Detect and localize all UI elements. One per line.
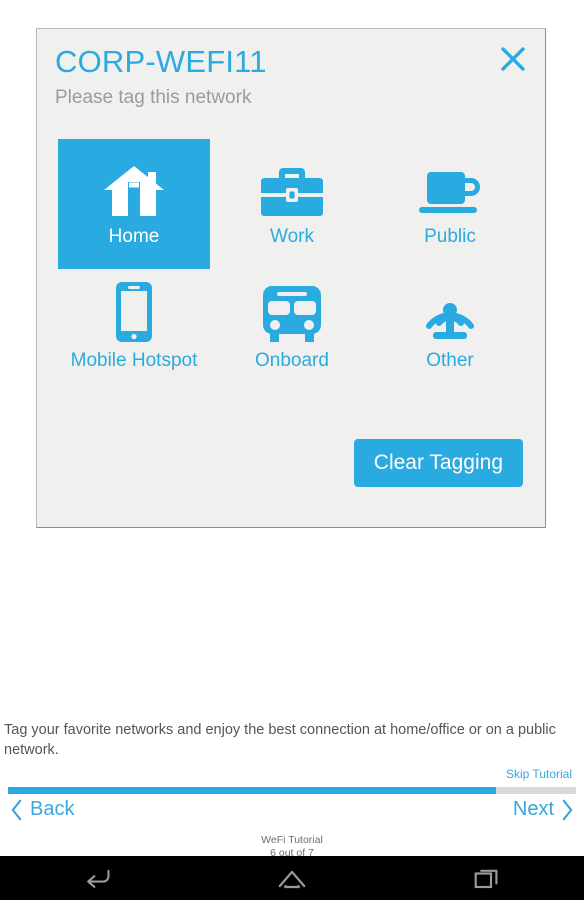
broadcast-tower-icon [417, 282, 483, 344]
home-nav-icon[interactable] [195, 856, 390, 900]
skip-tutorial-link[interactable]: Skip Tutorial [506, 767, 572, 781]
tutorial-description-text: Tag your favorite networks and enjoy the… [4, 722, 556, 758]
tag-label: Home [108, 226, 160, 247]
tag-label: Other [426, 350, 474, 371]
tag-option-work[interactable]: Work [213, 139, 371, 269]
dialog-header: CORP-WEFI11 Please tag this network [37, 29, 545, 113]
close-x-icon[interactable] [495, 41, 531, 77]
chevron-left-icon [11, 799, 22, 820]
back-button[interactable]: Back [10, 798, 74, 821]
briefcase-icon [259, 158, 325, 220]
tag-label: Onboard [255, 350, 329, 371]
tag-option-public[interactable]: Public [371, 139, 529, 269]
clear-tagging-button[interactable]: Clear Tagging [353, 439, 523, 487]
tag-network-dialog: CORP-WEFI11 Please tag this network Home… [36, 28, 546, 528]
coffee-cup-icon [415, 158, 485, 220]
app-screen: CORP-WEFI11 Please tag this network Home… [0, 0, 584, 900]
tag-option-home[interactable]: Home [55, 139, 213, 269]
house-icon [102, 158, 166, 220]
tutorial-title: WeFi Tutorial [261, 834, 323, 846]
bus-icon [259, 282, 325, 344]
next-button[interactable]: Next [513, 798, 574, 821]
back-button-label: Back [30, 798, 75, 820]
dialog-subtitle: Please tag this network [55, 87, 252, 108]
tag-label: Mobile Hotspot [70, 350, 198, 371]
back-nav-icon[interactable] [0, 856, 195, 900]
tutorial-nav-row: Back Next [0, 798, 584, 832]
tutorial-progress-fill [8, 787, 497, 794]
smartphone-icon [112, 282, 156, 344]
tag-option-onboard[interactable]: Onboard [213, 269, 371, 387]
recents-nav-icon[interactable] [389, 856, 584, 900]
network-tag-grid: Home Work Public Mobile Hotspot Onboard … [55, 139, 529, 387]
tag-option-other[interactable]: Other [371, 269, 529, 387]
chevron-right-icon [562, 799, 573, 820]
tag-label: Public [424, 226, 476, 247]
tag-label: Work [270, 226, 314, 247]
tutorial-progress-bar [8, 787, 576, 794]
network-name-title: CORP-WEFI11 [55, 44, 267, 79]
android-navbar [0, 856, 584, 900]
tag-option-mobile-hotspot[interactable]: Mobile Hotspot [55, 269, 213, 387]
next-button-label: Next [512, 798, 554, 820]
